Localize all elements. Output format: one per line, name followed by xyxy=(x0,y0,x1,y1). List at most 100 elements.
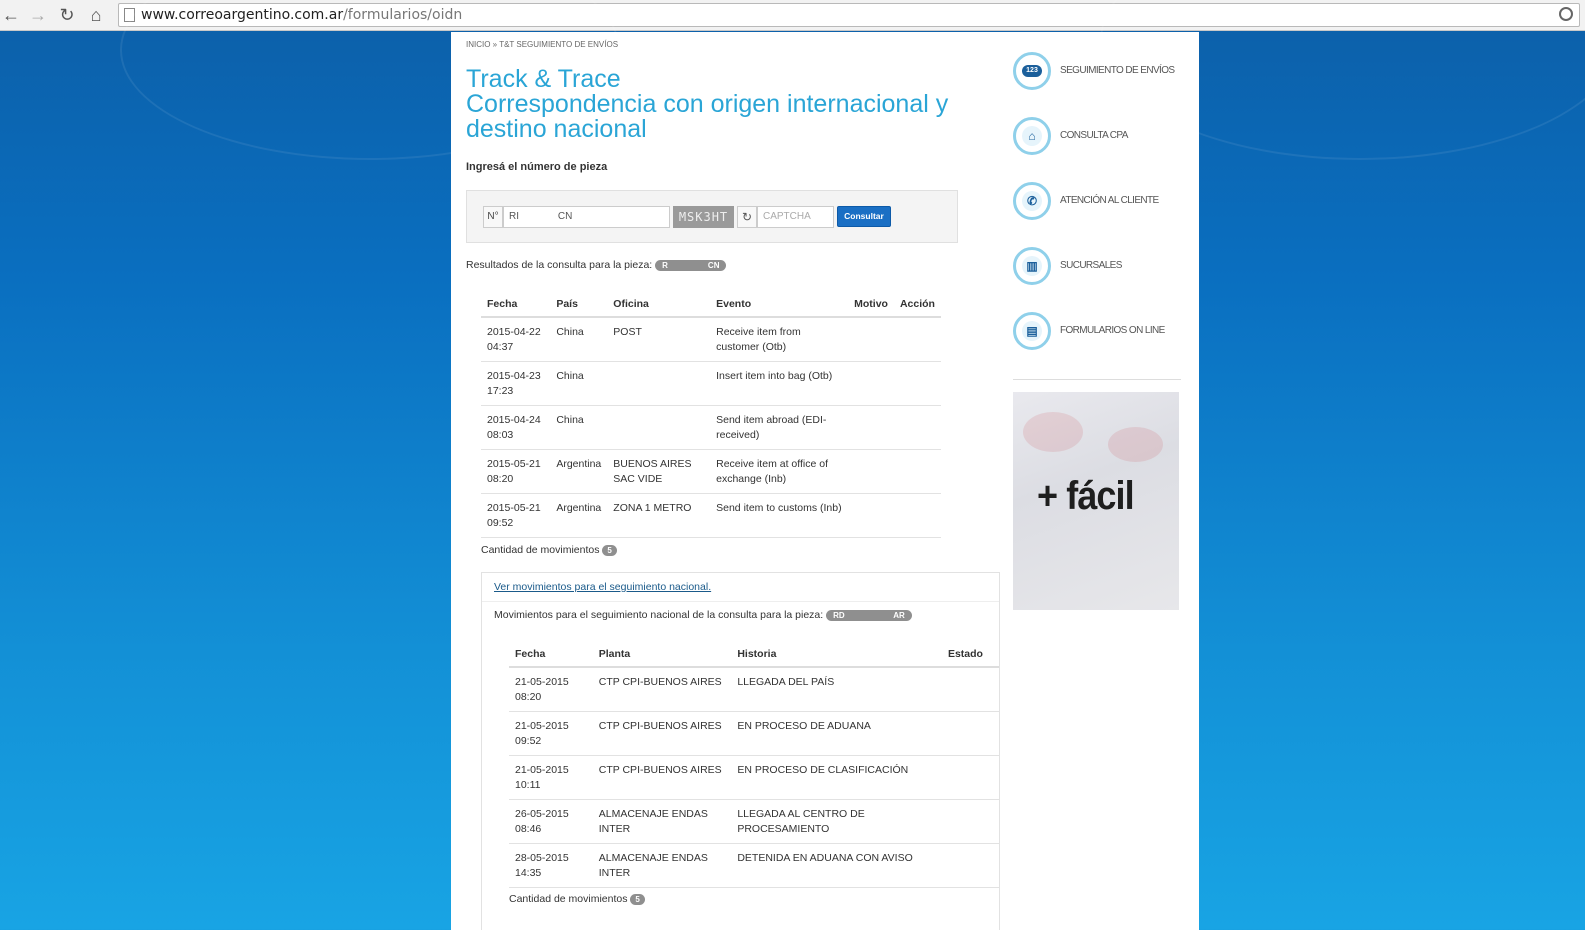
table-row: 28-05-2015 14:35 ALMACENAJE ENDAS INTER DE… xyxy=(509,843,999,888)
national-movements-count: Cantidad de movimientos 5 xyxy=(509,893,645,905)
sidebar-item-3[interactable]: ▥ SUCURSALES xyxy=(1013,247,1183,287)
icon-glyph: ▥ xyxy=(1022,256,1042,276)
cell-motivo xyxy=(848,361,894,406)
cell-motivo xyxy=(848,493,894,538)
national-heading: Movimientos para el seguimiento nacional… xyxy=(494,609,912,621)
page-title-line2: Correspondencia con origen internacional… xyxy=(466,90,949,143)
promo-decoration xyxy=(1023,412,1083,452)
movements-count: Cantidad de movimientos 5 xyxy=(481,544,617,556)
cell-historia: EN PROCESO DE ADUANA xyxy=(731,711,942,756)
piece-number-input[interactable]: RI CN xyxy=(503,206,670,228)
cell-pais: China xyxy=(550,317,608,362)
results-heading: Resultados de la consulta para la pieza:… xyxy=(466,259,727,271)
cell-planta: CTP CPI-BUENOS AIRES xyxy=(592,755,732,800)
sidebar-item-label: ATENCIÓN AL CLIENTE xyxy=(1060,195,1159,206)
page-title-line1: Track & Trace xyxy=(466,65,621,93)
cell-oficina xyxy=(607,405,711,450)
results-label: Resultados de la consulta para la pieza: xyxy=(466,259,653,271)
number-label: N° xyxy=(483,206,503,228)
house-pin-icon: ⌂ xyxy=(1013,117,1051,155)
captcha-input[interactable]: CAPTCHA xyxy=(757,206,834,228)
table-row: 26-05-2015 08:46 ALMACENAJE ENDAS INTER LL… xyxy=(509,799,999,844)
table-row: 2015-05-21 08:20 Argentina BUENOS AIRES SA… xyxy=(481,449,941,494)
cell-planta: CTP CPI-BUENOS AIRES xyxy=(592,667,732,712)
piece-pill: R CN xyxy=(655,259,727,271)
national-count-label: Cantidad de movimientos xyxy=(509,893,628,905)
branch-building-icon: ▥ xyxy=(1013,247,1051,285)
cell-oficina: POST xyxy=(607,317,711,362)
cell-planta: CTP CPI-BUENOS AIRES xyxy=(592,711,732,756)
promo-decoration xyxy=(1108,427,1163,462)
cell-pais: China xyxy=(550,405,608,450)
cell-motivo xyxy=(848,449,894,494)
national-tracking-panel: Ver movimientos para el seguimiento naci… xyxy=(481,572,1000,930)
col-estado: Estado xyxy=(941,635,999,668)
cell-estado xyxy=(941,755,999,800)
sidebar-item-label: FORMULARIOS ON LINE xyxy=(1060,325,1165,336)
col-fecha: Fecha xyxy=(509,635,593,668)
col-pais: País xyxy=(550,285,608,318)
cell-fecha: 21-05-2015 09:52 xyxy=(509,711,593,756)
cell-historia: EN PROCESO DE CLASIFICACIÓN xyxy=(731,755,942,800)
sidebar-item-2[interactable]: ✆ ATENCIÓN AL CLIENTE xyxy=(1013,182,1183,222)
sidebar-item-label: SUCURSALES xyxy=(1060,260,1122,271)
cell-fecha: 2015-04-24 08:03 xyxy=(481,405,551,450)
cell-fecha: 28-05-2015 14:35 xyxy=(509,843,593,888)
cell-accion xyxy=(893,493,941,538)
cell-evento: Receive item from customer (Otb) xyxy=(710,317,849,362)
cell-accion xyxy=(893,449,941,494)
movements-count-label: Cantidad de movimientos xyxy=(481,544,600,556)
forward-arrow-icon[interactable]: → xyxy=(27,4,49,26)
cell-accion xyxy=(893,317,941,362)
sidebar-item-0[interactable]: 123 SEGUIMIENTO DE ENVÍOS xyxy=(1013,52,1183,92)
cell-estado xyxy=(941,799,999,844)
promo-text: + fácil xyxy=(1037,474,1135,518)
reload-icon[interactable]: ↻ xyxy=(56,4,78,26)
table-row: 2015-04-24 08:03 China Send item abroad (E… xyxy=(481,405,941,450)
col-fecha: Fecha xyxy=(481,285,551,318)
back-arrow-icon[interactable]: ← xyxy=(0,4,22,26)
cell-pais: China xyxy=(550,361,608,406)
cell-oficina: ZONA 1 METRO xyxy=(607,493,711,538)
sidebar-item-4[interactable]: ▤ FORMULARIOS ON LINE xyxy=(1013,312,1183,352)
breadcrumb[interactable]: INICIO » T&T SEGUIMIENTO DE ENVÍOS xyxy=(466,40,618,49)
cell-fecha: 2015-04-23 17:23 xyxy=(481,361,551,406)
cell-accion xyxy=(893,405,941,450)
cell-fecha: 21-05-2015 10:11 xyxy=(509,755,593,800)
cell-fecha: 26-05-2015 08:46 xyxy=(509,799,593,844)
cell-motivo xyxy=(848,405,894,450)
national-label: Movimientos para el seguimiento nacional… xyxy=(494,609,824,621)
icon-glyph: ▤ xyxy=(1022,321,1042,341)
table-row: 21-05-2015 10:11 CTP CPI-BUENOS AIRES EN P… xyxy=(509,755,999,800)
table-header-row: Fecha Planta Historia Estado xyxy=(509,635,999,668)
col-evento: Evento xyxy=(710,285,849,318)
cell-evento: Send item to customs (Inb) xyxy=(710,493,849,538)
cell-historia: DETENIDA EN ADUANA CON AVISO xyxy=(731,843,942,888)
cell-oficina: BUENOS AIRES SAC VIDE xyxy=(607,449,711,494)
home-icon[interactable]: ⌂ xyxy=(85,4,107,26)
search-form: N° RI CN MSK3HT ↻ CAPTCHA Consultar xyxy=(466,190,958,243)
sidebar-item-1[interactable]: ⌂ CONSULTA CPA xyxy=(1013,117,1183,157)
national-movements-table: Fecha Planta Historia Estado 21-05-2015 … xyxy=(509,635,999,888)
cell-pais: Argentina xyxy=(550,493,608,538)
col-motivo: Motivo xyxy=(848,285,894,318)
sidebar-item-label: CONSULTA CPA xyxy=(1060,130,1128,141)
national-piece-pill: RD AR xyxy=(826,609,912,621)
promo-banner[interactable]: + fácil xyxy=(1013,392,1179,610)
icon-glyph: ✆ xyxy=(1022,191,1042,211)
sidebar-item-label: SEGUIMIENTO DE ENVÍOS xyxy=(1060,65,1175,76)
national-tracking-link[interactable]: Ver movimientos para el seguimiento naci… xyxy=(494,581,711,593)
refresh-captcha-icon[interactable]: ↻ xyxy=(737,206,757,228)
cell-accion xyxy=(893,361,941,406)
cell-oficina xyxy=(607,361,711,406)
cell-estado xyxy=(941,711,999,756)
cell-estado xyxy=(941,667,999,712)
form-document-icon: ▤ xyxy=(1013,312,1051,350)
international-events-table: Fecha País Oficina Evento Motivo Acción … xyxy=(481,285,941,538)
consultar-button[interactable]: Consultar xyxy=(837,206,891,227)
table-header-row: Fecha País Oficina Evento Motivo Acción xyxy=(481,285,941,318)
col-oficina: Oficina xyxy=(607,285,711,318)
movements-count-badge: 5 xyxy=(602,544,617,556)
table-row: 2015-05-21 09:52 Argentina ZONA 1 METRO Sen… xyxy=(481,493,941,538)
icon-glyph: ⌂ xyxy=(1022,126,1042,146)
